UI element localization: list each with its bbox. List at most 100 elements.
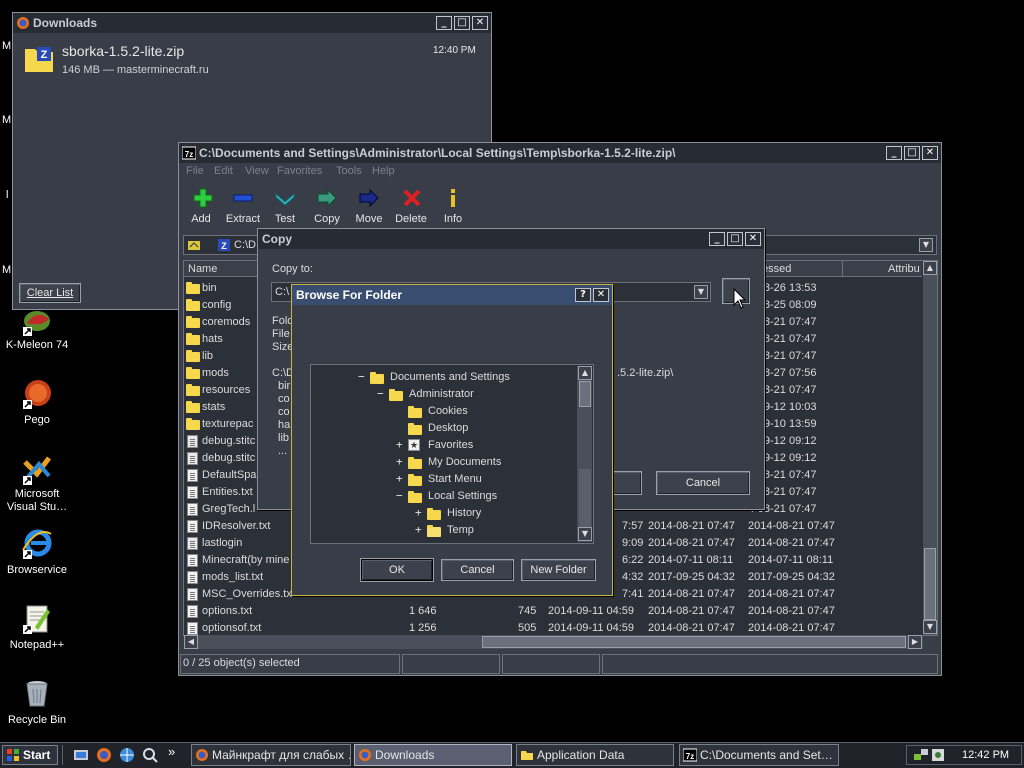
browse-ok-button[interactable]: OK [360,558,434,582]
extract-button[interactable]: Extract [220,186,266,228]
file-modified: 4:32 [622,571,644,583]
tree-scroll-track-lower[interactable] [579,469,591,527]
tree-node[interactable]: + My Documents [312,454,576,471]
path-dropdown-icon[interactable]: ▼ [694,285,708,299]
tree-node-label: Cookies [428,405,468,417]
task-application-data[interactable]: Application Data [516,744,674,766]
file-row[interactable]: options.txt 1 646 745 2014-09-11 04:59 2014-… [184,603,922,620]
download-item[interactable]: Z sborka-1.5.2-lite.zip 146 MB — masterm… [17,37,485,83]
firefox-icon[interactable] [96,747,112,763]
copy-button[interactable]: Copy [304,186,350,228]
minimize-button[interactable]: _ [436,16,452,30]
tree-node[interactable]: − Documents and Settings [312,369,576,386]
task-7zip[interactable]: 7z C:\Documents and Set… [679,744,839,766]
menu-help[interactable]: Help [372,165,395,177]
collapse-icon[interactable]: − [396,489,403,502]
hscroll-thumb[interactable] [482,636,906,648]
quick-launch-overflow[interactable]: » [168,744,175,759]
browse-cancel-button[interactable]: Cancel [441,559,514,581]
folder-tree[interactable]: − Documents and Settings − Administrator Coo… [310,364,594,544]
move-button[interactable]: Move [346,186,392,228]
address-dropdown-icon[interactable]: ▼ [919,238,933,252]
tree-node[interactable]: + Temp [312,522,576,539]
expand-icon[interactable]: + [415,523,422,536]
tree-node[interactable]: − Local Settings [312,488,576,505]
7zip-icon: 7z [182,146,196,160]
menu-file[interactable]: File [186,165,204,177]
maximize-button[interactable]: □ [454,16,470,30]
copy-cancel-button[interactable]: Cancel [656,471,750,495]
scroll-up-icon[interactable]: ▲ [578,366,592,380]
tree-node[interactable]: + ★ Favorites [312,437,576,454]
test-button[interactable]: Test [262,186,308,228]
column-divider [842,261,843,277]
maximize-button[interactable]: □ [904,146,920,160]
scroll-right-icon[interactable]: ▶ [908,635,922,649]
task-firefox-minecraft[interactable]: Майнкрафт для слабых … [191,744,351,766]
info-button[interactable]: Info [430,186,476,228]
desktop-icon-k-meleon[interactable]: K-Meleon 74 [0,305,74,357]
close-button[interactable]: ✕ [593,288,609,302]
expand-icon[interactable]: + [396,455,403,468]
new-folder-button[interactable]: New Folder [521,559,596,581]
menu-tools[interactable]: Tools [336,165,362,177]
tree-node[interactable]: Cookies [312,403,576,420]
add-button[interactable]: Add [178,186,224,228]
show-desktop-icon[interactable] [73,747,89,763]
clear-list-button[interactable]: Clear List [19,283,81,303]
folder-icon [186,350,200,362]
column-name[interactable]: Name [188,263,217,275]
maximize-button[interactable]: □ [727,232,743,246]
minimize-button[interactable]: _ [709,232,725,246]
menu-view[interactable]: View [245,165,269,177]
task-downloads[interactable]: Downloads [354,744,512,766]
close-button[interactable]: ✕ [745,232,761,246]
file-created: 2014-08-21 07:47 [648,605,735,617]
file-size: 1 646 [409,605,437,617]
test-check-icon [275,192,295,206]
desktop-icon-pego[interactable]: Pego [0,378,74,430]
downloads-titlebar[interactable]: Downloads _ □ ✕ [13,13,491,33]
tree-node[interactable]: Desktop [312,420,576,437]
start-button[interactable]: Start [2,745,58,765]
network-icon[interactable] [119,747,135,763]
expand-icon[interactable]: + [396,472,403,485]
file-accessed: 2014-08-21 07:47 [748,520,835,532]
desktop-icon-visual-studio[interactable]: Microsoft Visual Stu… [0,454,74,516]
delete-button[interactable]: Delete [388,186,434,228]
folder-up-icon[interactable] [187,238,201,252]
desktop-partial-label: M [2,264,12,276]
files-label: File [272,328,290,340]
desktop-icon-recycle-bin[interactable]: Recycle Bin [0,677,74,729]
desktop-icon-browservice[interactable]: Browservice [0,528,74,580]
expand-icon[interactable]: + [396,438,403,451]
close-button[interactable]: ✕ [922,146,938,160]
desktop-icon-notepad-plus-plus[interactable]: Notepad++ [0,603,74,655]
scroll-up-icon[interactable]: ▲ [923,261,937,275]
scroll-thumb[interactable] [924,548,936,620]
collapse-icon[interactable]: − [358,370,365,383]
menu-edit[interactable]: Edit [214,165,233,177]
scroll-left-icon[interactable]: ◀ [184,635,198,649]
help-button[interactable]: ? [575,288,591,302]
column-accessed[interactable]: essed [762,263,791,275]
copy-title: Copy [262,232,292,246]
tree-node[interactable]: + Start Menu [312,471,576,488]
menu-favorites[interactable]: Favorites [277,165,322,177]
tray-app-icon[interactable] [931,748,945,762]
column-attributes[interactable]: Attribu [888,263,920,275]
tree-scroll-thumb[interactable] [579,381,591,407]
collapse-icon[interactable]: − [377,387,384,400]
close-button[interactable]: ✕ [472,16,488,30]
search-icon[interactable] [142,747,158,763]
tree-node[interactable]: + History [312,505,576,522]
7zip-titlebar[interactable]: 7z C:\Documents and Settings\Administrat… [179,143,941,163]
scroll-down-icon[interactable]: ▼ [578,527,592,541]
copy-titlebar[interactable]: Copy _ □ ✕ [258,229,764,249]
minimize-button[interactable]: _ [886,146,902,160]
tree-node[interactable]: − Administrator [312,386,576,403]
network-tray-icon[interactable] [913,748,929,762]
scroll-down-icon[interactable]: ▼ [923,620,937,634]
expand-icon[interactable]: + [415,506,422,519]
browse-titlebar[interactable]: Browse For Folder ? ✕ [292,285,612,305]
